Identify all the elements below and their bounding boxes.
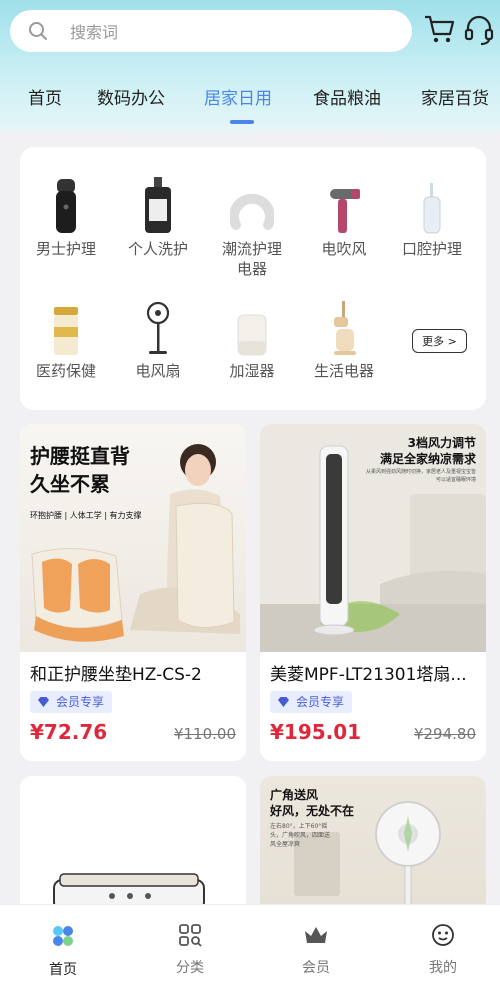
- tab-home-general[interactable]: 家居百货: [421, 84, 489, 109]
- category-electric-fan[interactable]: 电风扇: [112, 295, 204, 381]
- product-card-cooker[interactable]: [20, 776, 246, 916]
- category-personal-wash[interactable]: 个人洗护: [112, 173, 204, 259]
- nav-member[interactable]: 会员: [276, 923, 356, 977]
- category-icon: [179, 924, 202, 947]
- crown-icon: [305, 927, 327, 943]
- shaver-image: [20, 173, 112, 235]
- tab-food-grain-oil[interactable]: 食品粮油: [313, 84, 381, 109]
- category-medicine-health[interactable]: 医药保健: [20, 295, 112, 381]
- headset-icon[interactable]: [464, 14, 494, 46]
- nav-category[interactable]: 分类: [150, 923, 230, 977]
- product-price: ¥72.76: [30, 720, 108, 744]
- hair-dryer-image: [298, 173, 390, 235]
- original-price: ¥294.80: [413, 725, 476, 743]
- tab-home-daily[interactable]: 居家日用: [204, 84, 272, 109]
- neck-massager-image: [206, 173, 298, 235]
- bottom-navigation: 首页 分类 会员 我的: [0, 904, 500, 1000]
- category-tabs: 首页 数码办公 居家日用 食品粮油 家居百货: [0, 84, 500, 124]
- category-mens-care[interactable]: 男士护理: [20, 173, 112, 259]
- nav-profile[interactable]: 我的: [403, 923, 483, 977]
- tab-home[interactable]: 首页: [28, 84, 62, 109]
- active-tab-indicator: [230, 120, 254, 124]
- bottle-image: [112, 173, 204, 235]
- category-life-appliance[interactable]: 生活电器: [298, 295, 390, 381]
- category-trendy-care-appliance[interactable]: 潮流护理 电器: [206, 173, 298, 279]
- category-hair-dryer[interactable]: 电吹风: [298, 173, 390, 259]
- product-image: 3档风力调节 满足全家纳凉需求 从柔风到强劲风随时切换，家居老人及重视宝宝皆可以…: [260, 424, 486, 652]
- product-name: 美菱MPF-LT21301塔扇...: [270, 665, 467, 685]
- diamond-icon: [278, 697, 289, 707]
- member-exclusive-badge: 会员专享: [30, 691, 113, 713]
- cart-icon[interactable]: [424, 14, 456, 44]
- category-grid: 男士护理 个人洗护 潮流护理 电器 电吹风 口腔护理 医药保健 电风扇 加湿器 …: [20, 147, 486, 410]
- milk-powder-image: [20, 295, 112, 357]
- search-placeholder: 搜索词: [70, 23, 119, 42]
- header: 搜索词 首页 数码办公 居家日用 食品粮油 家居百货: [0, 0, 500, 132]
- category-oral-care[interactable]: 口腔护理: [386, 173, 478, 259]
- product-image: 广角送风 好风，无处不在 左右80°，上下60°摇头，广角吹风，四面送风全屋凉爽: [260, 776, 486, 916]
- diamond-icon: [38, 697, 49, 707]
- tab-digital-office[interactable]: 数码办公: [97, 84, 165, 109]
- member-exclusive-badge: 会员专享: [270, 691, 353, 713]
- product-image: 护腰挺直背 久坐不累 环抱护腰 | 人体工学 | 有力支撑: [20, 424, 246, 652]
- nav-home[interactable]: 首页: [23, 923, 103, 979]
- product-price: ¥195.01: [270, 720, 362, 744]
- product-image: [20, 776, 246, 916]
- product-name: 和正护腰坐垫HZ-CS-2: [30, 665, 202, 685]
- garment-steamer-image: [298, 295, 390, 357]
- original-price: ¥110.00: [173, 725, 236, 743]
- search-bar[interactable]: 搜索词: [10, 10, 412, 52]
- water-flosser-image: [386, 173, 478, 235]
- standing-fan-image: [112, 295, 204, 357]
- product-card-lumbar-cushion[interactable]: 护腰挺直背 久坐不累 环抱护腰 | 人体工学 | 有力支撑 和正护腰坐垫HZ-C…: [20, 424, 246, 761]
- home-icon: [53, 926, 73, 946]
- profile-icon: [432, 924, 454, 946]
- category-humidifier[interactable]: 加湿器: [206, 295, 298, 381]
- product-card-standing-fan[interactable]: 广角送风 好风，无处不在 左右80°，上下60°摇头，广角吹风，四面送风全屋凉爽: [260, 776, 486, 916]
- more-categories-button[interactable]: 更多 >: [412, 329, 467, 353]
- search-icon: [29, 22, 47, 40]
- product-card-tower-fan[interactable]: 3档风力调节 满足全家纳凉需求 从柔风到强劲风随时切换，家居老人及重视宝宝皆可以…: [260, 424, 486, 761]
- humidifier-image: [206, 295, 298, 357]
